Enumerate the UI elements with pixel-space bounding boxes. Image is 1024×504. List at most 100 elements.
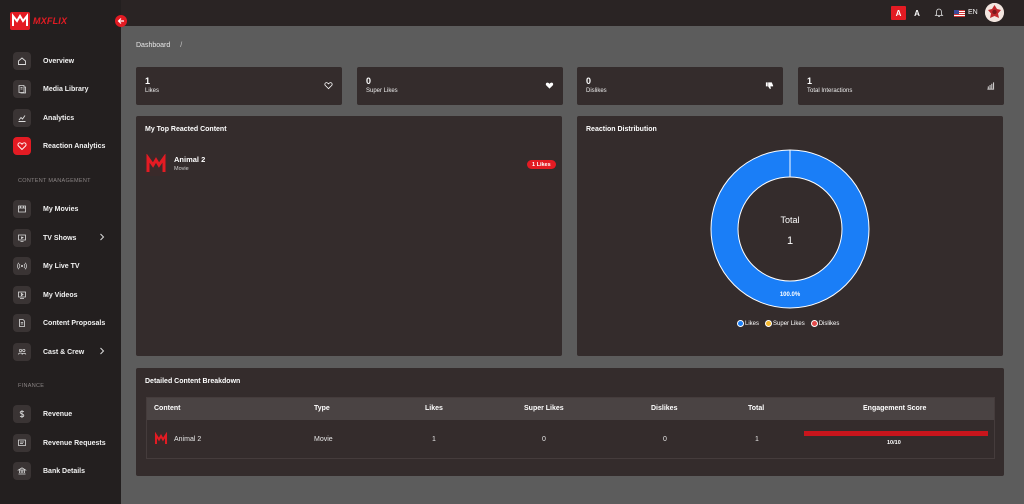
language-selector[interactable]: EN (968, 9, 978, 16)
legend-dot-super-likes (765, 320, 773, 327)
stat-value: 0 (586, 76, 592, 86)
bell-icon[interactable] (934, 8, 944, 18)
sidebar-item-content-proposals[interactable]: Content Proposals (13, 314, 105, 332)
chevron-right-icon (99, 233, 107, 243)
stat-label: Dislikes (586, 88, 607, 94)
top-reacted-content-panel: My Top Reacted Content Animal 2 Movie 1 … (136, 116, 562, 356)
sidebar: MXFLIX Overview Media Library Analytics Rea… (0, 0, 121, 504)
sidebar-item-cast-crew[interactable]: Cast & Crew (13, 343, 105, 361)
cell-dislikes: 0 (663, 436, 667, 443)
stat-label: Likes (145, 88, 160, 94)
donut-center-label: Total (780, 215, 799, 225)
sidebar-collapse-button[interactable] (115, 15, 127, 27)
chart-icon (13, 109, 31, 127)
legend-item-dislikes[interactable]: Dislikes (810, 320, 839, 327)
content-name[interactable]: Animal 2 (174, 155, 205, 164)
tv-icon (13, 229, 31, 247)
cell-likes: 1 (432, 436, 436, 443)
row-thumbnail-icon (154, 432, 168, 446)
breadcrumb: Dashboard / (136, 42, 182, 49)
sidebar-item-revenue[interactable]: Revenue (13, 405, 72, 423)
stat-value: 1 (807, 76, 813, 86)
breadcrumb-dashboard[interactable]: Dashboard (136, 42, 170, 49)
breadcrumb-separator: / (180, 42, 183, 49)
library-icon (13, 80, 31, 98)
sidebar-item-overview[interactable]: Overview (13, 52, 74, 70)
bank-icon (13, 462, 31, 480)
sidebar-item-label: Content Proposals (43, 319, 106, 327)
stat-card-dislikes: 0 Dislikes (577, 67, 783, 105)
home-icon (13, 52, 31, 70)
stat-value: 1 (145, 76, 151, 86)
panel-title: Detailed Content Breakdown (145, 378, 241, 385)
font-size-small-button[interactable]: A (911, 6, 923, 20)
panel-title: Reaction Distribution (586, 126, 657, 133)
cell-total: 1 (755, 436, 759, 443)
mxflix-logo-icon (10, 12, 30, 30)
people-icon (13, 343, 31, 361)
stat-value: 0 (366, 76, 372, 86)
column-header-total: Total (748, 405, 765, 412)
sidebar-item-label: Bank Details (43, 467, 86, 475)
panel-title: My Top Reacted Content (145, 126, 227, 133)
heart-outline-icon (324, 82, 333, 90)
donut-slice-label: 100.0% (780, 292, 801, 298)
sidebar-item-my-live-tv[interactable]: My Live TV (13, 257, 80, 275)
sidebar-item-analytics[interactable]: Analytics (13, 109, 74, 127)
user-avatar[interactable] (985, 3, 1004, 22)
column-header-engagement-score: Engagement Score (863, 405, 927, 412)
sidebar-item-label: Revenue (43, 410, 73, 418)
section-finance: FINANCE (18, 383, 45, 389)
thumbs-down-icon (765, 82, 774, 90)
legend-dot-dislikes (810, 320, 818, 327)
donut-center-value: 1 (787, 235, 793, 247)
stat-card-likes: 1 Likes (136, 67, 342, 105)
top-header: A A EN (121, 0, 1024, 26)
sidebar-item-reaction-analytics[interactable]: Reaction Analytics (13, 137, 105, 155)
sidebar-item-label: Media Library (43, 85, 89, 93)
sidebar-item-media-library[interactable]: Media Library (13, 80, 89, 98)
sidebar-item-label: Analytics (43, 114, 75, 122)
sidebar-item-label: Cast & Crew (43, 348, 85, 356)
brand-logo[interactable]: MXFLIX (10, 12, 67, 30)
reaction-donut-chart: Total 1 100.0% (710, 149, 870, 309)
legend-label: Likes (745, 320, 760, 327)
stat-label: Total Interactions (807, 88, 853, 94)
sidebar-item-label: TV Shows (43, 234, 77, 242)
legend-item-likes[interactable]: Likes (737, 320, 759, 327)
stat-card-total-interactions: 1 Total Interactions (798, 67, 1004, 105)
engagement-score-label: 10/10 (887, 440, 901, 446)
column-header-dislikes: Dislikes (651, 405, 678, 412)
font-size-large-button[interactable]: A (891, 6, 906, 20)
sidebar-item-label: My Movies (43, 205, 79, 213)
broadcast-icon (13, 257, 31, 275)
sidebar-item-label: Reaction Analytics (43, 142, 106, 150)
column-header-type: Type (314, 405, 330, 412)
us-flag-icon[interactable] (954, 10, 965, 17)
reaction-distribution-panel: Reaction Distribution Total 1 100.0% Likes… (577, 116, 1003, 356)
brand-name: MXFLIX (33, 16, 68, 26)
chevron-right-icon (99, 347, 107, 357)
content-type: Movie (174, 166, 189, 172)
section-content-management: CONTENT MANAGEMENT (18, 178, 91, 184)
column-header-super-likes: Super Likes (524, 405, 564, 412)
sidebar-item-tv-shows[interactable]: TV Shows (13, 229, 105, 247)
legend-label: Super Likes (773, 320, 805, 327)
cell-content[interactable]: Animal 2 (174, 436, 201, 443)
sidebar-item-my-videos[interactable]: My Videos (13, 286, 78, 304)
document-icon (13, 314, 31, 332)
sidebar-item-bank-details[interactable]: Bank Details (13, 462, 85, 480)
sidebar-item-label: Revenue Requests (43, 439, 106, 447)
content-thumbnail-icon[interactable] (145, 154, 167, 176)
stat-card-super-likes: 0 Super Likes (357, 67, 563, 105)
sidebar-item-revenue-requests[interactable]: Revenue Requests (13, 434, 106, 452)
legend-item-super-likes[interactable]: Super Likes (765, 320, 805, 327)
dollar-icon (13, 405, 31, 423)
bar-chart-icon (987, 82, 995, 90)
sidebar-item-my-movies[interactable]: My Movies (13, 200, 78, 218)
movie-icon (13, 200, 31, 218)
sidebar-item-label: My Videos (43, 291, 78, 299)
arrow-left-icon (117, 18, 124, 24)
heart-filled-icon (545, 82, 554, 89)
donut-slice-likes[interactable] (711, 150, 869, 308)
